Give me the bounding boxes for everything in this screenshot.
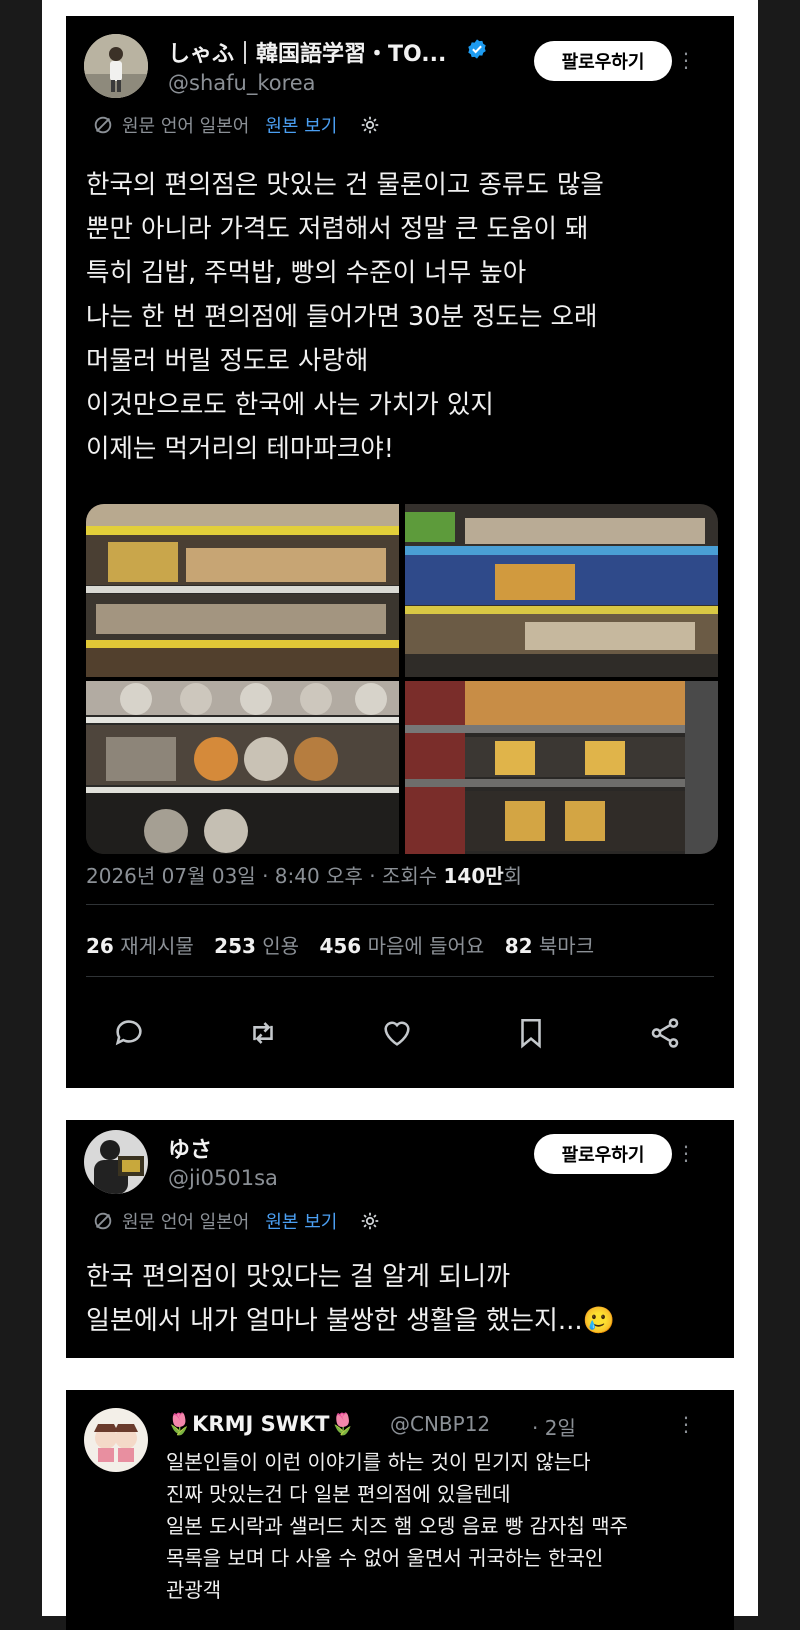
photo-grid (86, 504, 718, 854)
likes-label: 마음에 들어요 (367, 934, 485, 958)
verified-badge-icon (468, 39, 486, 59)
post-datetime: 2026년 07월 03일 · 8:40 오후 · 조회수 (86, 864, 444, 888)
avatar[interactable] (84, 34, 148, 98)
username-handle[interactable]: @ji0501sa (168, 1166, 278, 1190)
reposts-count: 26 (86, 934, 114, 958)
engagement-stats: 26 재게시물 253 인용 456 마음에 들어요 82 북마크 (86, 930, 594, 959)
reply-icon[interactable] (112, 1016, 146, 1050)
settings-gear-icon[interactable] (359, 1210, 381, 1232)
post-text-line: 한국의 편의점은 맛있는 건 물론이고 종류도 많을 (86, 170, 604, 200)
divider (86, 904, 714, 905)
view-original-link[interactable]: 원본 보기 (265, 1208, 337, 1234)
settings-gear-icon[interactable] (359, 114, 381, 136)
bookmarks-label: 북마크 (538, 934, 595, 958)
reposts-label: 재게시물 (120, 934, 194, 958)
follow-button[interactable]: 팔로우하기 (534, 41, 672, 81)
translation-bar: 원문 언어 일본어 원본 보기 (92, 112, 381, 138)
divider (86, 976, 714, 977)
reply-text-line: 일본 도시락과 샐러드 치즈 햄 오뎅 음료 빵 감자칩 맥주 (166, 1514, 629, 1538)
more-options-icon[interactable]: ⋮ (676, 1143, 696, 1163)
like-heart-icon[interactable] (380, 1016, 414, 1050)
follow-button[interactable]: 팔로우하기 (534, 1134, 672, 1174)
reply-text-line: 일본인들이 이런 이야기를 하는 것이 믿기지 않는다 (166, 1450, 591, 1474)
more-options-icon[interactable]: ⋮ (676, 50, 696, 70)
reposts-stat[interactable]: 26 재게시물 (86, 934, 194, 958)
reply-text-line: 목록을 보며 다 사올 수 없어 울면서 귀국하는 한국인 (166, 1546, 604, 1570)
reply-text-line: 한국 편의점이 맛있다는 걸 알게 되니까 (86, 1262, 511, 1292)
likes-stat[interactable]: 456 마음에 들어요 (319, 934, 484, 958)
post-photo[interactable] (405, 681, 718, 854)
translate-icon (94, 1212, 112, 1230)
post-text-line: 머물러 버릴 정도로 사랑해 (86, 346, 369, 376)
quotes-label: 인용 (262, 934, 300, 958)
avatar[interactable] (84, 1408, 148, 1472)
bookmarks-count: 82 (504, 934, 533, 958)
post-photo[interactable] (86, 504, 399, 677)
reply-text-line: 관광객 (166, 1578, 222, 1602)
main-post: しゃふ｜韓国語学習・TO... @shafu_korea 팔로우하기 ⋮ 원문 … (66, 16, 734, 1088)
quotes-count: 253 (214, 934, 256, 958)
translation-bar: 원문 언어 일본어 원본 보기 (92, 1208, 381, 1234)
bookmark-icon[interactable] (514, 1016, 548, 1050)
reply-post: ゆさ @ji0501sa 팔로우하기 ⋮ 원문 언어 일본어 원본 보기 한국 … (66, 1120, 734, 1358)
display-name[interactable]: しゃふ｜韓国語学習・TO... (168, 36, 446, 68)
username-handle[interactable]: @CNBP12 (390, 1412, 490, 1436)
more-options-icon[interactable]: ⋮ (676, 1414, 696, 1434)
post-photo[interactable] (86, 681, 399, 854)
reply-text-line: 진짜 맛있는건 다 일본 편의점에 있을텐데 (166, 1482, 511, 1506)
post-timestamp: 2026년 07월 03일 · 8:40 오후 · 조회수 140만회 (86, 860, 522, 889)
share-icon[interactable] (648, 1016, 682, 1050)
views-suffix: 회 (503, 864, 523, 888)
translate-icon (94, 116, 112, 134)
avatar[interactable] (84, 1130, 148, 1194)
repost-icon[interactable] (246, 1016, 280, 1050)
source-language-label: 원문 언어 일본어 (122, 116, 250, 137)
display-name[interactable]: ゆさ (168, 1132, 212, 1164)
quotes-stat[interactable]: 253 인용 (214, 934, 299, 958)
view-original-link[interactable]: 원본 보기 (265, 112, 337, 138)
source-language-label: 원문 언어 일본어 (122, 1212, 250, 1233)
post-text-line: 뿐만 아니라 가격도 저렴해서 정말 큰 도움이 돼 (86, 214, 589, 244)
likes-count: 456 (319, 934, 362, 958)
post-text-line: 특히 김밥, 주먹밥, 빵의 수준이 너무 높아 (86, 258, 527, 288)
username-handle[interactable]: @shafu_korea (168, 71, 316, 95)
post-text-line: 이것만으로도 한국에 사는 가치가 있지 (86, 390, 494, 420)
post-text-line: 이제는 먹거리의 테마파크야! (86, 434, 394, 464)
reply-text-line: 일본에서 내가 얼마나 불쌍한 생활을 했는지...🥲 (86, 1306, 616, 1336)
display-name[interactable]: 🌷KRMJ SWKT🌷 (166, 1412, 356, 1437)
reply-post: 🌷KRMJ SWKT🌷 @CNBP12 · 2일 ⋮ 일본인들이 이런 이야기를… (66, 1390, 734, 1630)
post-text-line: 나는 한 번 편의점에 들어가면 30분 정도는 오래 (86, 302, 598, 332)
post-photo[interactable] (405, 504, 718, 677)
bookmarks-stat[interactable]: 82 북마크 (505, 934, 594, 958)
views-count: 140만 (443, 864, 504, 888)
post-age: · 2일 (532, 1416, 576, 1440)
